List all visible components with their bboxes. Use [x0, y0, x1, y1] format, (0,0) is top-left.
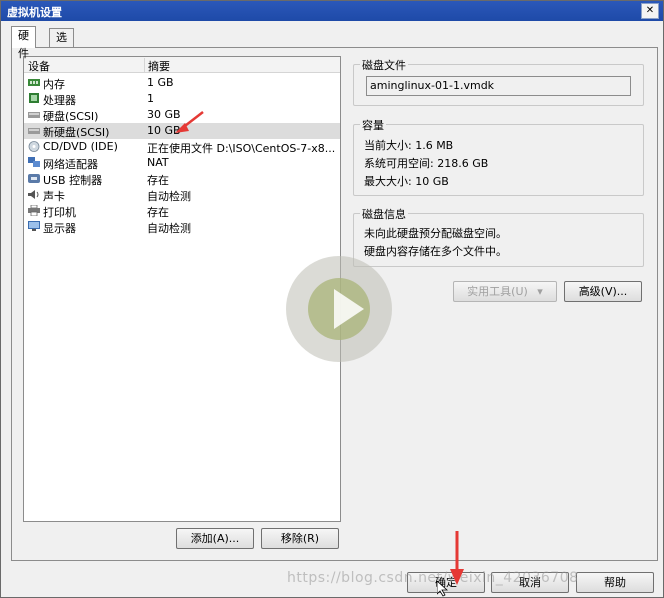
- device-row-memory[interactable]: 内存 1 GB: [24, 75, 340, 91]
- device-name: 打印机: [43, 206, 76, 219]
- device-name: 网络适配器: [43, 158, 98, 171]
- device-summary: 存在: [147, 174, 169, 187]
- help-button[interactable]: 帮助: [576, 572, 654, 593]
- column-header-summary[interactable]: 摘要: [144, 58, 170, 73]
- device-row-printer[interactable]: 打印机 存在: [24, 203, 340, 219]
- device-name: 硬盘(SCSI): [43, 110, 99, 123]
- processor-icon: [29, 93, 39, 103]
- title-bar: 虚拟机设置 ✕: [1, 1, 663, 21]
- memory-icon: [28, 79, 40, 86]
- red-arrow-icon: [450, 531, 464, 585]
- disk-file-group: 磁盘文件 aminglinux-01-1.vmdk: [353, 57, 644, 106]
- remove-device-button[interactable]: 移除(R): [261, 528, 339, 549]
- printer-icon: [28, 205, 40, 216]
- disk-info-line1: 未向此硬盘预分配磁盘空间。: [364, 227, 507, 240]
- capacity-group: 容量 当前大小: 1.6 MB 系统可用空间: 218.6 GB 最大大小: 1…: [353, 117, 644, 196]
- capacity-label: 容量: [360, 117, 386, 133]
- network-icon: [28, 157, 40, 167]
- device-list-header: 设备 摘要: [24, 57, 340, 73]
- device-row-cd-dvd[interactable]: CD/DVD (IDE) 正在使用文件 D:\ISO\CentOS-7-x8..…: [24, 139, 340, 155]
- device-summary: 正在使用文件 D:\ISO\CentOS-7-x8...: [147, 142, 336, 155]
- disk-info-label: 磁盘信息: [360, 206, 408, 222]
- video-play-overlay: [286, 256, 392, 362]
- watermark-text: https://blog.csdn.net/weixin_42036708: [287, 570, 579, 586]
- device-summary: 自动检测: [147, 190, 191, 203]
- current-size-text: 当前大小: 1.6 MB: [364, 139, 454, 152]
- display-icon: [28, 221, 40, 231]
- window-title: 虚拟机设置: [7, 6, 62, 19]
- device-summary: 自动检测: [147, 222, 191, 235]
- sound-icon: [28, 190, 39, 199]
- hard-disk-icon: [28, 112, 40, 118]
- advanced-button[interactable]: 高级(V)...: [564, 281, 642, 302]
- device-row-display[interactable]: 显示器 自动检测: [24, 219, 340, 235]
- device-row-processor[interactable]: 处理器 1: [24, 91, 340, 107]
- add-device-button[interactable]: 添加(A)...: [176, 528, 254, 549]
- close-button[interactable]: ✕: [641, 3, 659, 19]
- device-summary: 1: [147, 92, 154, 105]
- device-name: 内存: [43, 78, 65, 91]
- vm-settings-dialog: 虚拟机设置 ✕ 硬件 选项 设备 摘要 内存 1 GB 处理器 1 硬盘: [0, 0, 664, 598]
- max-size-text: 最大大小: 10 GB: [364, 175, 449, 188]
- device-name: 声卡: [43, 190, 65, 203]
- disk-info-group: 磁盘信息 未向此硬盘预分配磁盘空间。 硬盘内容存储在多个文件中。: [353, 206, 644, 267]
- hard-disk-icon: [28, 128, 40, 134]
- device-name: USB 控制器: [43, 174, 103, 187]
- disk-info-line2: 硬盘内容存储在多个文件中。: [364, 245, 507, 258]
- utilities-button[interactable]: 实用工具(U) ▾: [453, 281, 557, 302]
- cd-dvd-icon: [28, 141, 40, 152]
- disk-file-label: 磁盘文件: [360, 57, 408, 73]
- utilities-label: 实用工具(U): [467, 285, 528, 298]
- device-row-sound-card[interactable]: 声卡 自动检测: [24, 187, 340, 203]
- device-summary: NAT: [147, 156, 169, 169]
- device-name: 处理器: [43, 94, 76, 107]
- usb-icon: [28, 174, 40, 183]
- red-arrow-icon: [175, 111, 204, 133]
- device-summary: 存在: [147, 206, 169, 219]
- chevron-down-icon: ▾: [537, 285, 543, 298]
- device-row-network-adapter[interactable]: 网络适配器 NAT: [24, 155, 340, 171]
- column-header-device[interactable]: 设备: [28, 58, 50, 74]
- play-icon: [334, 289, 364, 329]
- disk-file-field[interactable]: aminglinux-01-1.vmdk: [366, 76, 631, 96]
- device-row-usb-controller[interactable]: USB 控制器 存在: [24, 171, 340, 187]
- device-name: CD/DVD (IDE): [43, 140, 118, 153]
- device-summary: 1 GB: [147, 76, 174, 89]
- device-name: 新硬盘(SCSI): [43, 126, 110, 139]
- tab-hardware[interactable]: 硬件: [11, 26, 36, 60]
- tab-options[interactable]: 选项: [49, 28, 74, 62]
- free-space-text: 系统可用空间: 218.6 GB: [364, 157, 489, 170]
- device-name: 显示器: [43, 222, 76, 235]
- mouse-cursor-icon: [437, 581, 449, 597]
